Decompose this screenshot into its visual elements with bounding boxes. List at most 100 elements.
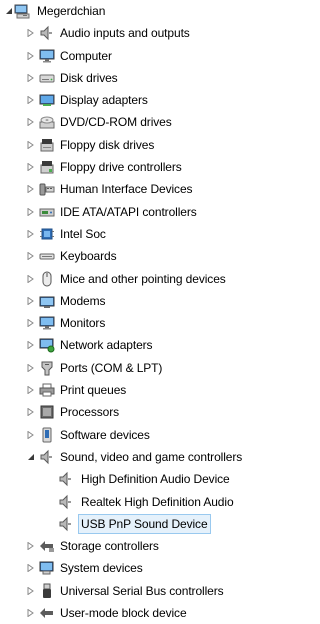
printer-icon <box>39 382 55 398</box>
collapsed-arrow-icon[interactable] <box>26 134 35 156</box>
network-adapter-icon <box>39 337 55 353</box>
floppy-disk-icon <box>39 137 55 153</box>
speaker-icon <box>39 449 55 465</box>
tree-category-processors[interactable]: Processors <box>0 401 249 423</box>
collapsed-arrow-icon[interactable] <box>26 535 35 557</box>
mouse-icon <box>39 271 55 287</box>
tree-category-network-adapters[interactable]: Network adapters <box>0 334 249 356</box>
expanded-arrow-icon[interactable] <box>4 0 13 22</box>
collapsed-arrow-icon[interactable] <box>26 178 35 200</box>
speaker-icon <box>39 25 55 41</box>
display-adapter-icon <box>39 92 55 108</box>
optical-drive-icon <box>39 114 55 130</box>
collapsed-arrow-icon[interactable] <box>26 111 35 133</box>
tree-device-item[interactable]: High Definition Audio Device <box>0 468 249 490</box>
tree-category-universal-serial-bus-controllers[interactable]: Universal Serial Bus controllers <box>0 580 249 602</box>
port-icon <box>39 360 55 376</box>
collapsed-arrow-icon[interactable] <box>26 22 35 44</box>
tree-category-floppy-disk-drives[interactable]: Floppy disk drives <box>0 134 249 156</box>
hid-icon <box>39 181 55 197</box>
tree-item-label: Monitors <box>60 316 106 331</box>
tree-item-label: Realtek High Definition Audio <box>81 494 234 509</box>
collapsed-arrow-icon[interactable] <box>26 67 35 89</box>
tree-item-label: Storage controllers <box>60 539 159 554</box>
tree-category-keyboards[interactable]: Keyboards <box>0 245 249 267</box>
tree-item-label: Processors <box>60 405 120 420</box>
speaker-icon <box>58 516 74 532</box>
device-tree: Megerdchian Audio inputs and outputs Compu… <box>0 0 249 624</box>
tree-category-system-devices[interactable]: System devices <box>0 557 249 579</box>
collapsed-arrow-icon[interactable] <box>26 334 35 356</box>
tree-item-label: DVD/CD-ROM drives <box>60 115 172 130</box>
speaker-icon <box>58 494 74 510</box>
tree-category-ports-com-lpt[interactable]: Ports (COM & LPT) <box>0 357 249 379</box>
tree-category-intel-soc[interactable]: Intel Soc <box>0 223 249 245</box>
tree-category-modems[interactable]: Modems <box>0 290 249 312</box>
tree-category-print-queues[interactable]: Print queues <box>0 379 249 401</box>
tree-category-computer[interactable]: Computer <box>0 45 249 67</box>
tree-category-monitors[interactable]: Monitors <box>0 312 249 334</box>
tree-category-display-adapters[interactable]: Display adapters <box>0 89 249 111</box>
usb-icon <box>39 583 55 599</box>
collapsed-arrow-icon[interactable] <box>26 245 35 267</box>
tree-category-mice-and-other-pointing-devices[interactable]: Mice and other pointing devices <box>0 268 249 290</box>
tree-device-item[interactable]: USB PnP Sound Device <box>0 513 249 535</box>
monitor-icon <box>39 48 55 64</box>
ide-controller-icon <box>39 204 55 220</box>
tree-category-floppy-drive-controllers[interactable]: Floppy drive controllers <box>0 156 249 178</box>
processor-icon <box>39 404 55 420</box>
tree-item-label: Audio inputs and outputs <box>60 26 190 41</box>
tree-root-computer[interactable]: Megerdchian <box>0 0 249 22</box>
tree-category-disk-drives[interactable]: Disk drives <box>0 67 249 89</box>
tree-item-label: Ports (COM & LPT) <box>60 360 163 375</box>
collapsed-arrow-icon[interactable] <box>26 401 35 423</box>
tree-item-label: Universal Serial Bus controllers <box>60 583 224 598</box>
tree-category-software-devices[interactable]: Software devices <box>0 424 249 446</box>
collapsed-arrow-icon[interactable] <box>26 268 35 290</box>
monitor-icon <box>39 315 55 331</box>
tree-category-storage-controllers[interactable]: Storage controllers <box>0 535 249 557</box>
tree-item-label: Network adapters <box>60 338 153 353</box>
tree-item-label: Megerdchian <box>37 4 106 18</box>
tree-item-label: System devices <box>60 561 143 576</box>
tree-item-label: Disk drives <box>60 70 118 85</box>
collapsed-arrow-icon[interactable] <box>26 290 35 312</box>
modem-icon <box>39 293 55 309</box>
collapsed-arrow-icon[interactable] <box>26 557 35 579</box>
collapsed-arrow-icon[interactable] <box>26 379 35 401</box>
tree-device-item[interactable]: Realtek High Definition Audio <box>0 491 249 513</box>
tree-category-user-mode-block-device[interactable]: User-mode block device <box>0 602 249 624</box>
storage-controller-icon <box>39 538 55 554</box>
tree-item-label: User-mode block device <box>60 606 187 621</box>
collapsed-arrow-icon[interactable] <box>26 424 35 446</box>
collapsed-arrow-icon[interactable] <box>26 201 35 223</box>
tree-category-audio-inputs-and-outputs[interactable]: Audio inputs and outputs <box>0 22 249 44</box>
tree-item-label: Modems <box>60 293 106 308</box>
tree-category-human-interface-devices[interactable]: Human Interface Devices <box>0 178 249 200</box>
tree-item-label: Sound, video and game controllers <box>60 449 243 464</box>
disk-drive-icon <box>39 70 55 86</box>
tree-category-ide-ata-atapi-controllers[interactable]: IDE ATA/ATAPI controllers <box>0 201 249 223</box>
collapsed-arrow-icon[interactable] <box>26 580 35 602</box>
tree-item-label: Floppy drive controllers <box>60 160 182 175</box>
collapsed-arrow-icon[interactable] <box>26 89 35 111</box>
tree-item-label: Mice and other pointing devices <box>60 271 226 286</box>
collapsed-arrow-icon[interactable] <box>26 312 35 334</box>
keyboard-icon <box>39 248 55 264</box>
tree-item-label: Software devices <box>60 427 150 442</box>
collapsed-arrow-icon[interactable] <box>26 357 35 379</box>
chip-icon <box>39 226 55 242</box>
computer-icon <box>14 3 30 19</box>
tree-item-label: Keyboards <box>60 249 117 264</box>
collapsed-arrow-icon[interactable] <box>26 602 35 624</box>
collapsed-arrow-icon[interactable] <box>26 45 35 67</box>
expanded-arrow-icon[interactable] <box>26 446 35 468</box>
collapsed-arrow-icon[interactable] <box>26 156 35 178</box>
tree-item-label: High Definition Audio Device <box>81 472 230 487</box>
software-device-icon <box>39 427 55 443</box>
collapsed-arrow-icon[interactable] <box>26 223 35 245</box>
tree-category-dvd-cd-rom-drives[interactable]: DVD/CD-ROM drives <box>0 111 249 133</box>
tree-item-label: Computer <box>60 48 112 63</box>
tree-category-sound-video-and-game-controllers[interactable]: Sound, video and game controllers <box>0 446 249 468</box>
system-device-icon <box>39 560 55 576</box>
